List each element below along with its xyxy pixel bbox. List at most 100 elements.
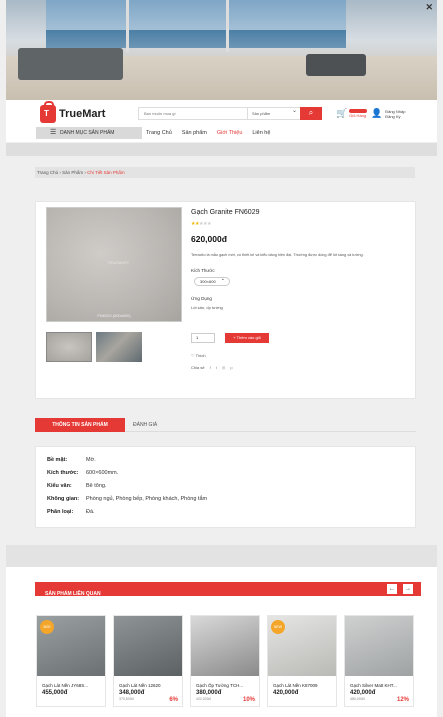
banner-mullion: [126, 0, 129, 52]
category-menu-button[interactable]: ☰ DANH MỤC SẢN PHẨM: [36, 127, 142, 139]
product-card-image[interactable]: [191, 616, 259, 676]
search-button[interactable]: ⌕: [300, 107, 322, 120]
register-link[interactable]: Đăng Ký: [385, 114, 405, 119]
search-category-select[interactable]: Sản phẩm: [248, 106, 300, 119]
product-card-price: 420,000đ: [273, 690, 299, 696]
product-card-image[interactable]: NEW: [268, 616, 336, 676]
product-card[interactable]: Gạch Silver Matt KHT... 420,000đ 480,000đ 1…: [344, 615, 414, 707]
divider-strip: [6, 143, 437, 156]
product-card-image[interactable]: [345, 616, 413, 676]
menu-icon: ☰: [50, 129, 57, 136]
size-label: Kích Thước: [191, 268, 215, 273]
nav-home[interactable]: Trang Chủ: [146, 127, 172, 139]
product-price: 620,000đ: [191, 234, 227, 244]
product-card-name[interactable]: Gạch Lát Nền 12620: [119, 683, 182, 688]
product-card-name[interactable]: Gạch Ốp Tường TCH...: [196, 683, 259, 688]
image-watermark: TRUEMART: [107, 260, 130, 265]
nav-about[interactable]: Giới Thiệu: [217, 127, 243, 139]
product-card[interactable]: Gạch Lát Nền 12620 348,000đ 370,500đ 6%: [113, 615, 183, 707]
search-input[interactable]: Bạn muốn mua gì: [139, 108, 248, 119]
related-list: MỚI Gạch Lát Nền JY68S... 455,000đ Gạch Lát…: [36, 615, 414, 707]
banner-mullion: [226, 0, 229, 52]
logo[interactable]: T TrueMart: [40, 101, 106, 123]
share-row: Chia sẻ f t ◎ p: [191, 365, 233, 370]
spec-row: Không gian: Phòng ngủ, Phòng bếp, Phòng k…: [47, 496, 208, 502]
arrow-right-icon[interactable]: →: [403, 584, 413, 594]
hero-banner: ✕: [6, 0, 437, 100]
product-card-price: 420,000đ: [350, 690, 376, 696]
product-description: Terracito là mẫu gạch mới, có thiết kế v…: [191, 253, 364, 257]
product-card-name[interactable]: Gạch Lát Nền K87009: [273, 683, 336, 688]
new-badge: NEW: [271, 620, 285, 634]
rating-stars: ★★★★★: [191, 221, 211, 227]
related-products: SẢN PHẨM LIÊN QUAN ← → MỚI Gạch Lát Nền J…: [6, 567, 437, 717]
breadcrumb-current: Chi Tiết Sản Phẩm: [87, 170, 125, 175]
product-thumbnail-1[interactable]: [46, 332, 92, 362]
logo-text: TrueMart: [59, 108, 106, 120]
account-link[interactable]: 👤 Đăng Nhập Đăng Ký: [371, 108, 405, 119]
wishlist-link[interactable]: ♡ Thích: [191, 353, 206, 358]
size-select[interactable]: 300×600: [194, 276, 230, 286]
cart-link[interactable]: 🛒 Giỏ Hàng: [336, 108, 368, 119]
product-main-image[interactable]: TRUEMART FN6029 (600x600): [46, 207, 182, 322]
banner-sofa: [18, 48, 123, 80]
shopping-bag-icon: T: [40, 101, 56, 123]
product-thumbnail-2[interactable]: [96, 332, 142, 362]
login-link[interactable]: Đăng Nhập: [385, 109, 405, 114]
product-card-image[interactable]: [114, 616, 182, 676]
related-header: SẢN PHẨM LIÊN QUAN ← →: [35, 582, 421, 597]
spec-row: Kích thước: 600×600mm.: [47, 470, 119, 476]
spec-row: Kiểu vân: Bê tông.: [47, 483, 107, 489]
add-to-cart-button[interactable]: + Thêm vào giỏ: [225, 333, 269, 343]
main-nav: ☰ DANH MỤC SẢN PHẨM Trang Chủ Sản phẩm G…: [6, 126, 437, 142]
product-card-name[interactable]: Gạch Lát Nền JY68S...: [42, 683, 105, 688]
image-caption: FN6029 (600x600): [97, 313, 131, 318]
star-icon: ★: [206, 221, 211, 227]
usage-label: Ứng Dụng: [191, 296, 212, 301]
close-icon[interactable]: ✕: [425, 2, 433, 13]
product-detail: TRUEMART FN6029 (600x600) Gạch Granite F…: [35, 201, 416, 399]
spec-table: Bề mặt: Mờ. Kích thước: 600×600mm. Kiểu vâ…: [35, 446, 416, 528]
banner-sea: [46, 30, 346, 48]
divider-strip: [6, 545, 437, 567]
share-label: Chia sẻ: [191, 365, 205, 370]
instagram-icon[interactable]: ◎: [222, 365, 226, 370]
quantity-input[interactable]: 1: [191, 333, 215, 343]
breadcrumb-products[interactable]: Sản Phẩm: [62, 170, 83, 175]
search-bar: Bạn muốn mua gì Sản phẩm ⌕: [138, 106, 322, 120]
product-card[interactable]: MỚI Gạch Lát Nền JY68S... 455,000đ: [36, 615, 106, 707]
cart-icon: 🛒: [336, 108, 348, 118]
facebook-icon[interactable]: f: [210, 365, 211, 370]
tab-product-info[interactable]: THÔNG TIN SẢN PHẨM: [35, 418, 125, 432]
discount-badge: 10%: [242, 697, 255, 703]
discount-badge: 6%: [169, 697, 178, 703]
product-card-image[interactable]: MỚI: [37, 616, 105, 676]
product-card-price: 348,000đ: [119, 690, 145, 696]
cart-label: Giỏ Hàng: [349, 113, 367, 118]
usage-value: Lót sàn, ốp tường: [191, 305, 223, 310]
nav-products[interactable]: Sản phẩm: [182, 127, 207, 139]
twitter-icon[interactable]: t: [216, 365, 217, 370]
product-card[interactable]: Gạch Ốp Tường TCH... 380,000đ 422,000đ 10%: [190, 615, 260, 707]
category-menu-label: DANH MỤC SẢN PHẨM: [60, 130, 115, 136]
discount-badge: 12%: [396, 697, 409, 703]
product-card[interactable]: NEW Gạch Lát Nền K87009 420,000đ: [267, 615, 337, 707]
new-badge: MỚI: [40, 620, 54, 634]
nav-contact[interactable]: Liên hệ: [252, 127, 270, 139]
search-icon: ⌕: [308, 108, 314, 117]
product-card-name[interactable]: Gạch Silver Matt KHT...: [350, 683, 413, 688]
banner-chair: [306, 54, 366, 76]
product-card-price: 455,000đ: [42, 690, 68, 696]
user-icon: 👤: [371, 108, 383, 118]
spec-row: Phân loại: Đá.: [47, 509, 95, 515]
tab-reviews[interactable]: ĐÁNH GIÁ: [133, 418, 157, 432]
product-card-price: 380,000đ: [196, 690, 222, 696]
breadcrumb: Trang Chủ › Sản Phẩm › Chi Tiết Sản Phẩm: [35, 167, 415, 178]
product-title: Gạch Granite FN6029: [191, 209, 260, 216]
breadcrumb-home[interactable]: Trang Chủ: [37, 170, 58, 175]
arrow-left-icon[interactable]: ←: [387, 584, 397, 594]
related-title: SẢN PHẨM LIÊN QUAN: [45, 591, 101, 597]
info-tabs: THÔNG TIN SẢN PHẨM ĐÁNH GIÁ: [35, 418, 416, 432]
spec-row: Bề mặt: Mờ.: [47, 457, 96, 463]
pinterest-icon[interactable]: p: [230, 365, 232, 370]
